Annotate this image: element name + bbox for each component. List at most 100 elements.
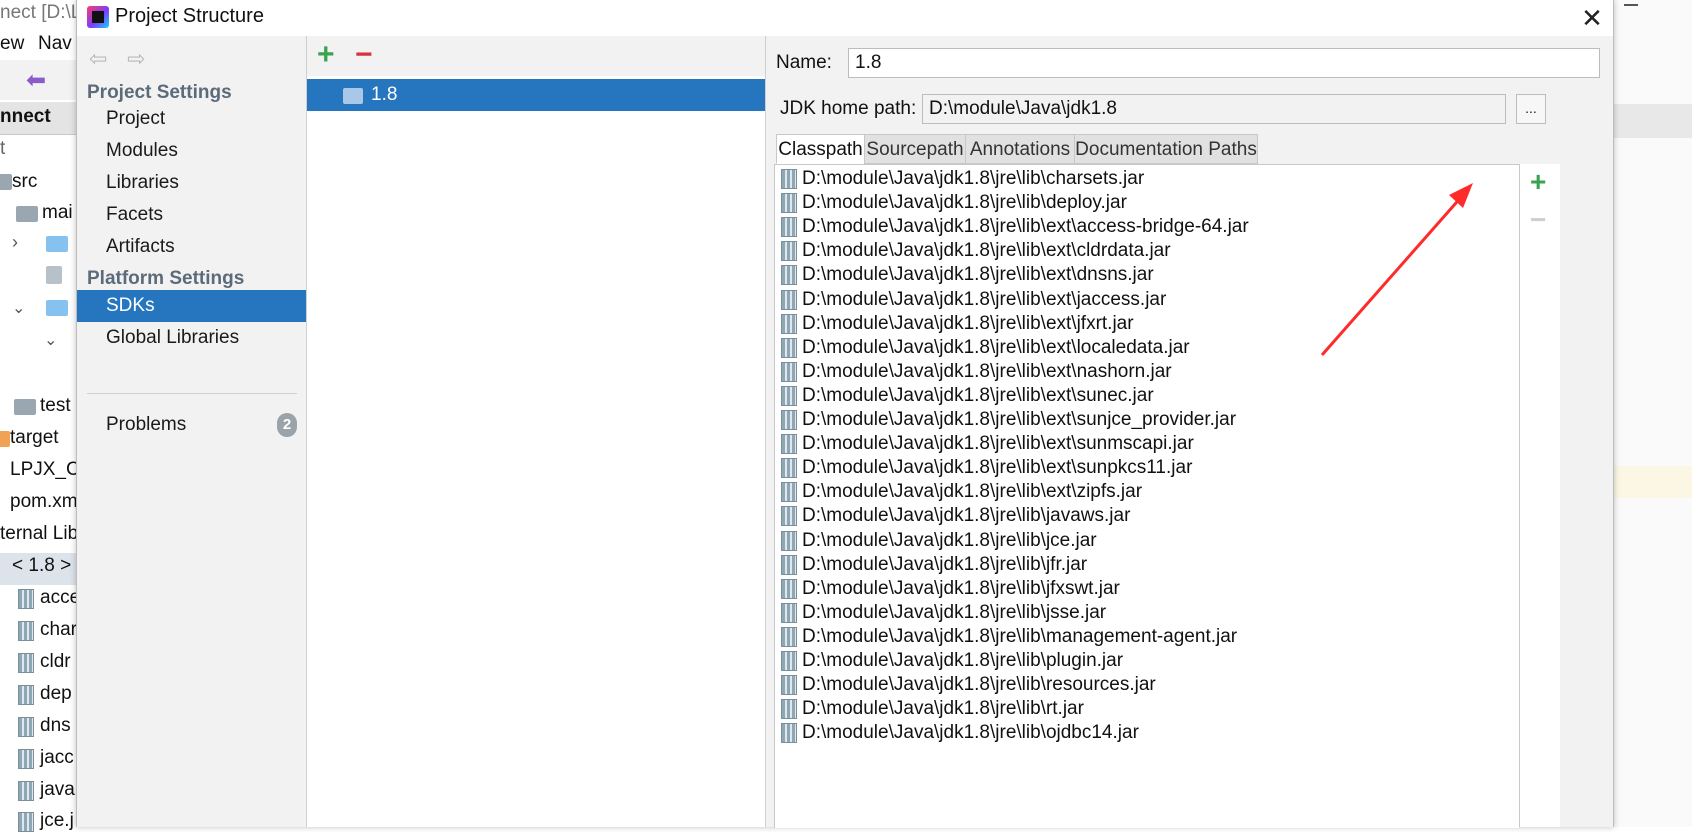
- tree-item[interactable]: test: [40, 395, 71, 417]
- classpath-side-toolbar: + −: [1519, 164, 1560, 827]
- folder-icon: [46, 300, 68, 316]
- jar-icon: [781, 434, 797, 455]
- classpath-row[interactable]: D:\module\Java\jdk1.8\jre\lib\deploy.jar: [775, 191, 1515, 215]
- classpath-row[interactable]: D:\module\Java\jdk1.8\jre\lib\javaws.jar: [775, 504, 1515, 528]
- chevron-down-icon[interactable]: ⌄: [12, 298, 25, 318]
- tree-item[interactable]: target: [10, 427, 59, 449]
- close-icon[interactable]: ✕: [1577, 4, 1607, 32]
- arrow-left-icon[interactable]: ⇦: [89, 46, 107, 72]
- nav-item-sdks[interactable]: SDKs: [77, 290, 306, 322]
- classpath-row[interactable]: D:\module\Java\jdk1.8\jre\lib\jfr.jar: [775, 553, 1515, 577]
- classpath-path: D:\module\Java\jdk1.8\jre\lib\ojdbc14.ja…: [802, 722, 1139, 744]
- minimize-icon[interactable]: [1624, 4, 1638, 6]
- remove-sdk-button[interactable]: −: [355, 40, 373, 70]
- classpath-row[interactable]: D:\module\Java\jdk1.8\jre\lib\ojdbc14.ja…: [775, 721, 1515, 745]
- arrow-right-icon[interactable]: ⇨: [127, 46, 145, 72]
- nav-item-problems[interactable]: Problems: [77, 409, 306, 441]
- project-settings-heading: Project Settings: [87, 82, 232, 103]
- add-path-button[interactable]: +: [1530, 168, 1546, 196]
- jar-icon: [781, 699, 797, 720]
- sdk-name-input[interactable]: [848, 48, 1600, 78]
- tree-item[interactable]: cldr: [40, 651, 71, 673]
- classpath-row[interactable]: D:\module\Java\jdk1.8\jre\lib\ext\dnsns.…: [775, 263, 1515, 287]
- tab-sourcepath[interactable]: Sourcepath: [864, 134, 966, 164]
- ide-tab-fragment[interactable]: nnect: [0, 106, 51, 128]
- tree-item[interactable]: pom.xm: [10, 491, 78, 513]
- back-arrow-icon[interactable]: ⬅: [26, 66, 46, 95]
- dialog-titlebar[interactable]: Project Structure ✕: [77, 0, 1613, 36]
- browse-button[interactable]: ...: [1516, 94, 1546, 124]
- classpath-row[interactable]: D:\module\Java\jdk1.8\jre\lib\plugin.jar: [775, 649, 1515, 673]
- classpath-row[interactable]: D:\module\Java\jdk1.8\jre\lib\ext\sunjce…: [775, 408, 1515, 432]
- classpath-path: D:\module\Java\jdk1.8\jre\lib\ext\cldrda…: [802, 240, 1171, 262]
- chevron-right-icon[interactable]: ›: [12, 232, 18, 253]
- classpath-row[interactable]: D:\module\Java\jdk1.8\jre\lib\ext\sunpkc…: [775, 456, 1515, 480]
- classpath-path: D:\module\Java\jdk1.8\jre\lib\management…: [802, 625, 1238, 647]
- jar-icon: [18, 781, 34, 801]
- ide-menu-view[interactable]: ew: [0, 33, 24, 55]
- classpath-row[interactable]: D:\module\Java\jdk1.8\jre\lib\resources.…: [775, 673, 1515, 697]
- nav-item-artifacts[interactable]: Artifacts: [77, 231, 306, 263]
- tree-item[interactable]: acce: [40, 587, 80, 609]
- classpath-row[interactable]: D:\module\Java\jdk1.8\jre\lib\ext\sunec.…: [775, 384, 1515, 408]
- tab-documentation-paths[interactable]: Documentation Paths: [1074, 134, 1258, 164]
- tree-item[interactable]: < 1.8 >: [12, 555, 71, 577]
- tree-item[interactable]: java: [40, 779, 75, 801]
- folder-icon: [0, 174, 12, 190]
- classpath-row[interactable]: D:\module\Java\jdk1.8\jre\lib\jfxswt.jar: [775, 577, 1515, 601]
- tab-classpath[interactable]: Classpath: [776, 134, 865, 164]
- classpath-row[interactable]: D:\module\Java\jdk1.8\jre\lib\ext\jfxrt.…: [775, 312, 1515, 336]
- classpath-row[interactable]: D:\module\Java\jdk1.8\jre\lib\ext\zipfs.…: [775, 480, 1515, 504]
- settings-nav: ⇦ ⇨ Project Settings Project Modules Lib…: [77, 36, 307, 827]
- classpath-row[interactable]: D:\module\Java\jdk1.8\jre\lib\ext\cldrda…: [775, 239, 1515, 263]
- nav-item-global-libraries[interactable]: Global Libraries: [77, 322, 306, 354]
- classpath-row[interactable]: D:\module\Java\jdk1.8\jre\lib\ext\jacces…: [775, 288, 1515, 312]
- classpath-row[interactable]: D:\module\Java\jdk1.8\jre\lib\rt.jar: [775, 697, 1515, 721]
- remove-path-button[interactable]: −: [1530, 206, 1546, 234]
- classpath-row[interactable]: D:\module\Java\jdk1.8\jre\lib\ext\sunmsc…: [775, 432, 1515, 456]
- classpath-row[interactable]: D:\module\Java\jdk1.8\jre\lib\ext\access…: [775, 215, 1515, 239]
- classpath-row[interactable]: D:\module\Java\jdk1.8\jre\lib\ext\locale…: [775, 336, 1515, 360]
- jar-icon: [18, 717, 34, 737]
- classpath-path: D:\module\Java\jdk1.8\jre\lib\javaws.jar: [802, 505, 1131, 527]
- jar-icon: [781, 602, 797, 623]
- tree-item[interactable]: jce.j: [40, 810, 74, 832]
- jar-icon: [781, 169, 797, 189]
- jar-icon: [781, 651, 797, 671]
- tree-item[interactable]: src: [12, 171, 37, 193]
- nav-item-libraries[interactable]: Libraries: [77, 167, 306, 199]
- jar-icon: [18, 812, 34, 832]
- tree-item[interactable]: mai: [42, 202, 73, 224]
- nav-item-modules[interactable]: Modules: [77, 135, 306, 167]
- classpath-path: D:\module\Java\jdk1.8\jre\lib\ext\locale…: [802, 336, 1190, 358]
- jar-icon: [18, 749, 34, 769]
- jar-icon: [781, 289, 797, 310]
- ide-menu-navigate[interactable]: Nav: [38, 33, 72, 55]
- tree-item[interactable]: jacc: [40, 747, 74, 769]
- sdk-toolbar: + −: [307, 36, 765, 76]
- jar-icon: [781, 217, 797, 238]
- tab-annotations[interactable]: Annotations: [965, 134, 1075, 164]
- sdk-list-item[interactable]: 1.8: [307, 79, 765, 111]
- tree-item[interactable]: dns: [40, 715, 71, 737]
- ide-panel-fragment: t: [0, 138, 6, 159]
- tree-item[interactable]: dep: [40, 683, 72, 705]
- classpath-row[interactable]: D:\module\Java\jdk1.8\jre\lib\charsets.j…: [775, 167, 1515, 191]
- classpath-row[interactable]: D:\module\Java\jdk1.8\jre\lib\jce.jar: [775, 529, 1515, 553]
- classpath-row[interactable]: D:\module\Java\jdk1.8\jre\lib\management…: [775, 625, 1515, 649]
- tree-item[interactable]: ternal Lib: [0, 523, 78, 545]
- jar-icon: [781, 193, 797, 214]
- classpath-row[interactable]: D:\module\Java\jdk1.8\jre\lib\jsse.jar: [775, 601, 1515, 625]
- classpath-row[interactable]: D:\module\Java\jdk1.8\jre\lib\ext\nashor…: [775, 360, 1515, 384]
- nav-item-facets[interactable]: Facets: [77, 199, 306, 231]
- ide-editor-highlight: [1612, 466, 1692, 498]
- jar-icon: [781, 458, 797, 479]
- jdk-home-path-field[interactable]: [922, 94, 1506, 124]
- add-sdk-button[interactable]: +: [317, 40, 335, 70]
- file-icon: [46, 266, 62, 284]
- classpath-path: D:\module\Java\jdk1.8\jre\lib\ext\sunjce…: [802, 409, 1237, 430]
- nav-item-project[interactable]: Project: [77, 103, 306, 135]
- tree-item[interactable]: char: [40, 619, 77, 641]
- jar-icon: [781, 530, 797, 551]
- chevron-down-icon[interactable]: ⌄: [44, 330, 57, 350]
